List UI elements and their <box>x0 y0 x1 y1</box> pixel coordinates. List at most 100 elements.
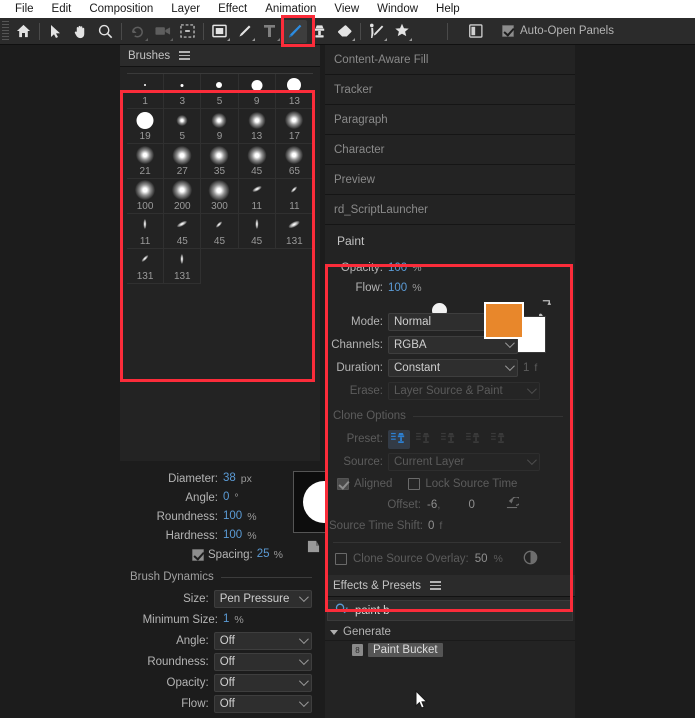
home-icon[interactable] <box>11 20 36 43</box>
brush-cell[interactable]: 200 <box>164 179 202 214</box>
new-brush-icon[interactable] <box>307 540 320 556</box>
brush-cell[interactable]: 65 <box>275 144 313 179</box>
toolbar-drag-grip[interactable] <box>2 20 9 42</box>
collapsed-panel-preview[interactable]: Preview <box>325 165 575 195</box>
auto-open-panels-checkbox[interactable] <box>502 25 514 37</box>
brush-icon[interactable] <box>282 19 307 43</box>
brush-cell[interactable]: 21 <box>127 144 165 179</box>
hamburger-menu-icon[interactable] <box>430 581 441 590</box>
roundness-value[interactable]: 100 <box>223 510 242 523</box>
dynamics-row[interactable]: Flow: Off <box>126 693 312 714</box>
flow-value[interactable]: 100 <box>388 282 407 295</box>
brush-cell[interactable]: 3 <box>164 74 202 109</box>
brush-cell[interactable]: 5 <box>201 74 239 109</box>
chevron-down-icon <box>298 697 309 708</box>
brush-cell[interactable]: 35 <box>201 144 239 179</box>
menu-item-layer[interactable]: Layer <box>162 0 209 18</box>
diameter-value[interactable]: 38 <box>223 472 236 485</box>
brush-cell[interactable]: 300 <box>201 179 239 214</box>
search-input[interactable]: paint b <box>327 600 573 621</box>
brush-cell[interactable]: 45 <box>238 214 276 249</box>
type-tool-icon[interactable] <box>257 20 282 43</box>
effect-name[interactable]: Paint Bucket <box>368 643 443 657</box>
angle-value[interactable]: 0 <box>223 491 229 504</box>
puppet-pin-icon[interactable] <box>389 20 414 43</box>
roto-brush-icon[interactable] <box>364 20 389 43</box>
menu-item-edit[interactable]: Edit <box>43 0 81 18</box>
opacity-value[interactable]: 100 <box>388 262 407 275</box>
workspace-panel-icon[interactable] <box>463 20 488 43</box>
collapsed-panel-tracker[interactable]: Tracker <box>325 75 575 105</box>
menu-item-window[interactable]: Window <box>368 0 427 18</box>
brush-thumbnail <box>136 111 154 129</box>
roundness-row[interactable]: Roundness: 100 % <box>126 507 283 526</box>
menu-item-effect[interactable]: Effect <box>209 0 256 18</box>
hardness-value[interactable]: 100 <box>223 529 242 542</box>
dynamics-select[interactable]: Pen Pressure <box>213 589 312 608</box>
hand-icon[interactable] <box>68 20 93 43</box>
brush-cell[interactable]: 131 <box>275 214 313 249</box>
brush-cell[interactable]: 27 <box>164 144 202 179</box>
brush-cell[interactable]: 1 <box>127 74 165 109</box>
dynamics-select[interactable]: Off <box>213 694 312 713</box>
brush-cell[interactable]: 100 <box>127 179 165 214</box>
zoom-magnifier-icon[interactable] <box>93 20 118 43</box>
effect-result-row[interactable]: 8 Paint Bucket <box>325 641 575 659</box>
dynamics-row[interactable]: Size: Pen Pressure <box>126 588 312 609</box>
camera-icon[interactable] <box>150 20 175 43</box>
collapsed-panel-rd-scriptlauncher[interactable]: rd_ScriptLauncher <box>325 195 575 225</box>
shape-rectangle-icon[interactable] <box>207 20 232 43</box>
brush-cell[interactable]: 5 <box>164 109 202 144</box>
brush-cell[interactable]: 17 <box>275 109 313 144</box>
diameter-row[interactable]: Diameter: 38 px <box>126 469 283 488</box>
brush-cell[interactable]: 9 <box>238 74 276 109</box>
hamburger-menu-icon[interactable] <box>179 51 191 60</box>
spacing-row[interactable]: Spacing: 25 % <box>126 545 283 564</box>
dynamics-select[interactable]: Off <box>213 673 312 692</box>
spacing-value[interactable]: 25 <box>257 548 270 561</box>
dynamics-select[interactable]: Off <box>213 652 312 671</box>
region-of-interest-icon[interactable] <box>175 20 200 43</box>
duration-select[interactable]: Constant <box>388 358 518 377</box>
spacing-checkbox[interactable] <box>192 548 204 561</box>
brush-cell[interactable]: 11 <box>127 214 165 249</box>
brush-cell[interactable]: 131 <box>127 249 165 284</box>
orbit-rotate-icon[interactable] <box>125 20 150 43</box>
dynamics-select[interactable]: Off <box>213 631 312 650</box>
collapsed-panel-paragraph[interactable]: Paragraph <box>325 105 575 135</box>
category-generate[interactable]: Generate <box>325 624 575 641</box>
pen-icon[interactable] <box>232 20 257 43</box>
brush-cell[interactable]: 13 <box>275 74 313 109</box>
dynamics-row[interactable]: Opacity: Off <box>126 672 312 693</box>
brush-cell[interactable]: 45 <box>238 144 276 179</box>
brush-cell[interactable]: 11 <box>275 179 313 214</box>
brush-cell[interactable]: 131 <box>164 249 202 284</box>
opacity-row[interactable]: Opacity: 100 % <box>325 258 495 278</box>
auto-open-panels-control[interactable]: Auto-Open Panels <box>502 25 614 37</box>
brush-cell[interactable]: 45 <box>164 214 202 249</box>
brush-cell[interactable]: 45 <box>201 214 239 249</box>
brush-cell[interactable]: 9 <box>201 109 239 144</box>
menu-item-animation[interactable]: Animation <box>256 0 325 18</box>
dynamics-row[interactable]: Roundness: Off <box>126 651 312 672</box>
menu-item-composition[interactable]: Composition <box>80 0 162 18</box>
swap-colors-icon[interactable] <box>540 298 553 313</box>
angle-row[interactable]: Angle: 0 ° <box>126 488 283 507</box>
eraser-icon[interactable] <box>332 20 357 43</box>
flow-row[interactable]: Flow: 100 % <box>325 278 495 298</box>
menu-item-help[interactable]: Help <box>427 0 469 18</box>
clone-stamp-icon[interactable] <box>307 20 332 43</box>
collapsed-panel-content-aware-fill[interactable]: Content-Aware Fill <box>325 45 575 75</box>
menu-item-file[interactable]: File <box>6 0 43 18</box>
collapsed-panel-character[interactable]: Character <box>325 135 575 165</box>
dynamics-value[interactable]: 1 <box>223 613 229 626</box>
brush-cell[interactable]: 13 <box>238 109 276 144</box>
foreground-color-swatch[interactable] <box>484 302 524 339</box>
brush-cell[interactable]: 11 <box>238 179 276 214</box>
brush-cell[interactable]: 19 <box>127 109 165 144</box>
selection-arrow-icon[interactable] <box>43 20 68 43</box>
dynamics-row[interactable]: Minimum Size: 1% <box>126 609 312 630</box>
menu-item-view[interactable]: View <box>325 0 368 18</box>
hardness-row[interactable]: Hardness: 100 % <box>126 526 283 545</box>
dynamics-row[interactable]: Angle: Off <box>126 630 312 651</box>
